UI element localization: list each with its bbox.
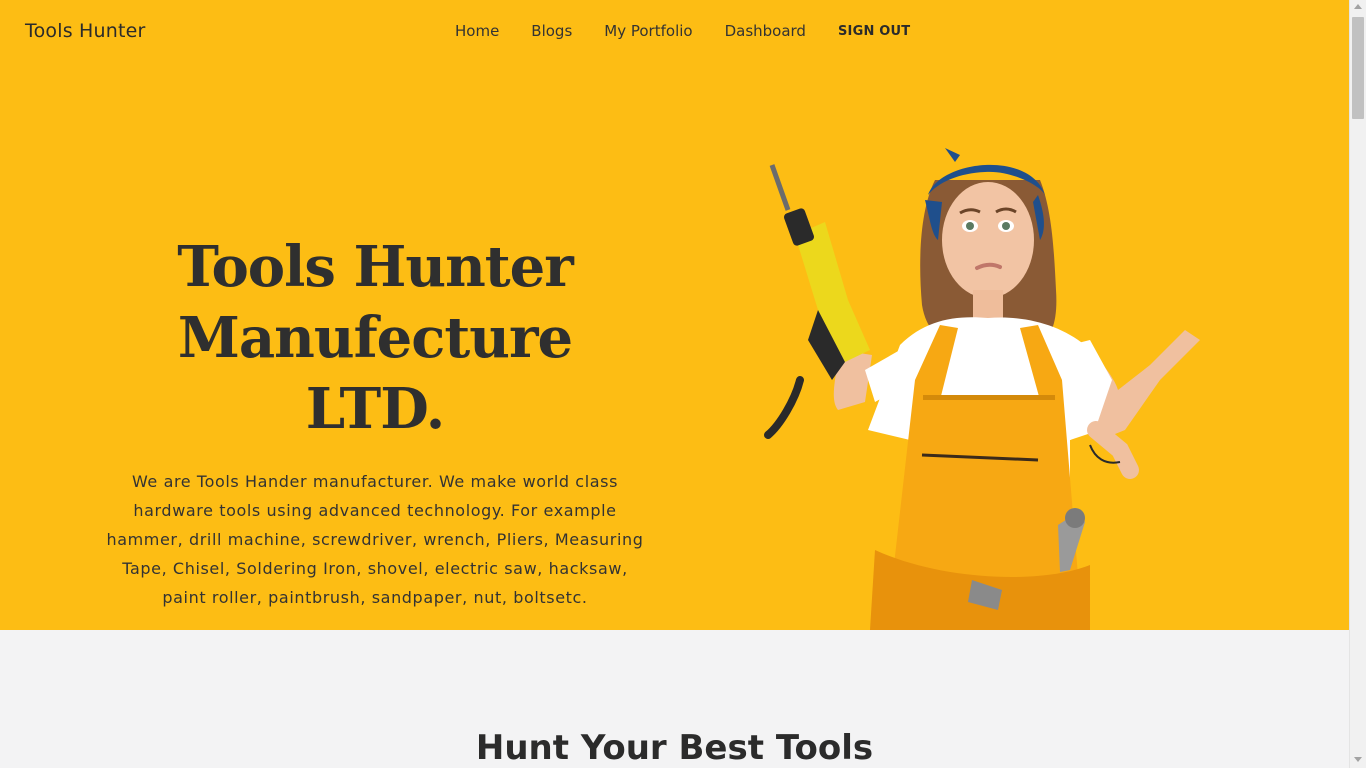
hero-title-line-1: Tools Hunter [177,234,574,300]
nav-link-home[interactable]: Home [455,22,499,40]
nav-link-blogs[interactable]: Blogs [531,22,572,40]
page: Tools Hunter Home Blogs My Portfolio Das… [0,0,1349,768]
woman-with-drill-illustration [764,148,1200,630]
section-title: Hunt Your Best Tools [475,728,874,768]
nav-link-my-portfolio[interactable]: My Portfolio [604,22,692,40]
hero-text-block: Tools Hunter Manufecture LTD. We are Too… [100,232,650,612]
hero-description: We are Tools Hander manufacturer. We mak… [106,472,644,607]
scroll-up-arrow-icon[interactable] [1354,4,1362,9]
scrollbar-thumb[interactable] [1352,17,1364,119]
brand-logo-link[interactable]: Tools Hunter [25,20,146,42]
scroll-down-arrow-icon[interactable] [1354,757,1362,762]
nav-link-dashboard[interactable]: Dashboard [725,22,806,40]
navbar: Tools Hunter Home Blogs My Portfolio Das… [0,0,1349,66]
woman-with-drill-image [740,140,1220,630]
nav-links: Home Blogs My Portfolio Dashboard SIGN O… [455,22,910,40]
sign-out-button[interactable]: SIGN OUT [838,24,910,39]
vertical-scrollbar[interactable] [1349,0,1366,768]
hero-title-line-2: Manufecture LTD. [177,305,573,442]
hero-title: Tools Hunter Manufecture LTD. [100,232,650,445]
hero-section: Tools Hunter Home Blogs My Portfolio Das… [0,0,1349,630]
